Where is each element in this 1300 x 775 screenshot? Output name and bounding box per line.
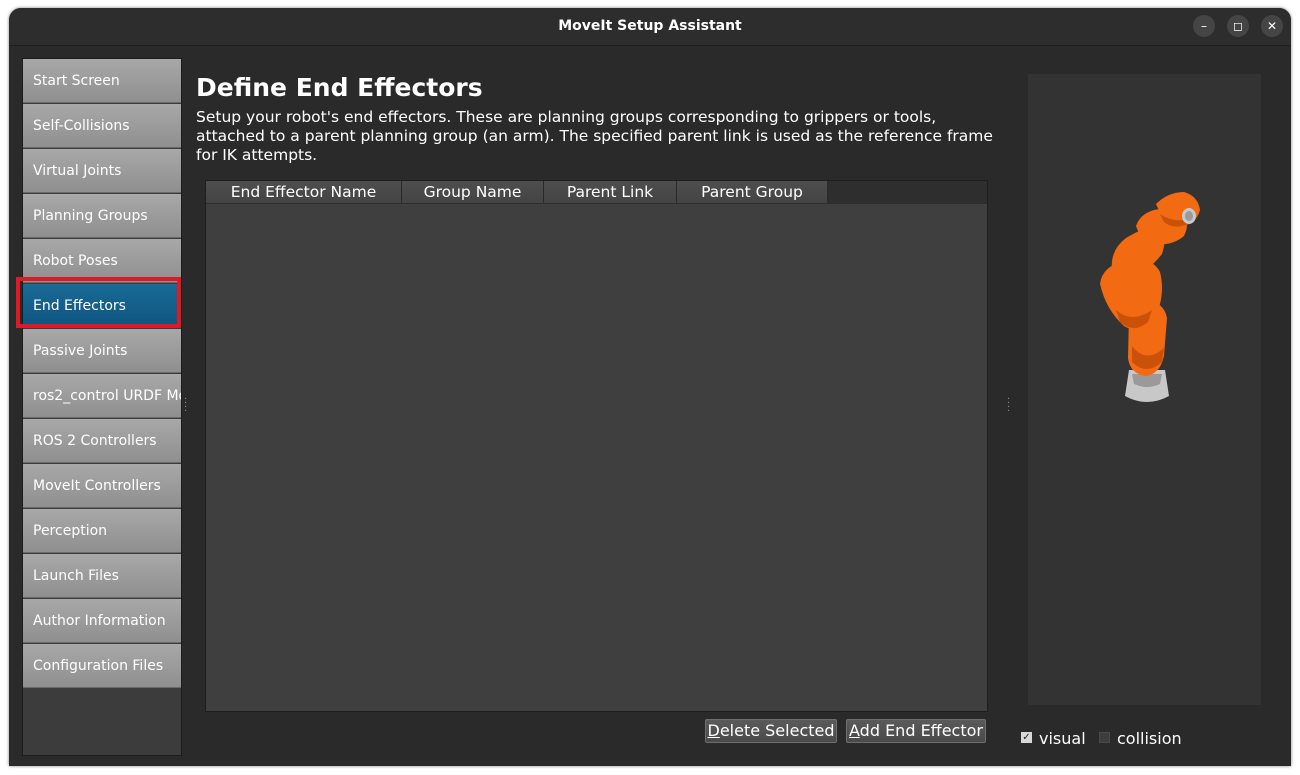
page-title: Define End Effectors <box>196 73 483 102</box>
add-end-effector-button[interactable]: Add End Effector <box>846 719 986 743</box>
visual-checkbox[interactable]: ✓ <box>1021 732 1032 743</box>
visual-checkbox-row[interactable]: ✓ visual <box>1021 730 1086 748</box>
robot-arm-model <box>1100 192 1200 402</box>
navigation-sidebar: Start Screen Self-Collisions Virtual Joi… <box>22 58 182 756</box>
collision-checkbox-row[interactable]: collision <box>1099 730 1182 748</box>
maximize-button[interactable]: ◻ <box>1227 15 1249 37</box>
close-button[interactable]: ✕ <box>1261 15 1283 37</box>
table-header: End Effector Name Group Name Parent Link… <box>206 181 987 204</box>
left-splitter-handle[interactable]: · · · · <box>184 395 188 417</box>
sidebar-item-moveit-controllers[interactable]: MoveIt Controllers <box>23 464 181 508</box>
sidebar-item-planning-groups[interactable]: Planning Groups <box>23 194 181 238</box>
sidebar-item-configuration-files[interactable]: Configuration Files <box>23 644 181 688</box>
sidebar-item-self-collisions[interactable]: Self-Collisions <box>23 104 181 148</box>
title-bar[interactable]: MoveIt Setup Assistant – ◻ ✕ <box>9 8 1291 46</box>
sidebar-item-ros2-controllers[interactable]: ROS 2 Controllers <box>23 419 181 463</box>
sidebar-item-launch-files[interactable]: Launch Files <box>23 554 181 598</box>
sidebar-item-author-information[interactable]: Author Information <box>23 599 181 643</box>
column-header-end-effector-name[interactable]: End Effector Name <box>206 181 402 203</box>
delete-label-rest: elete Selected <box>719 721 835 740</box>
add-label-rest: dd End Effector <box>859 721 983 740</box>
minimize-button[interactable]: – <box>1193 15 1215 37</box>
add-mnemonic: A <box>849 721 860 740</box>
column-header-group-name[interactable]: Group Name <box>402 181 544 203</box>
collision-label: collision <box>1117 729 1182 748</box>
end-effectors-table[interactable]: End Effector Name Group Name Parent Link… <box>205 180 988 712</box>
sidebar-item-robot-poses[interactable]: Robot Poses <box>23 239 181 283</box>
visual-label: visual <box>1039 729 1086 748</box>
robot-flange-center <box>1185 211 1193 221</box>
delete-selected-button[interactable]: Delete Selected <box>705 719 837 743</box>
column-header-parent-link[interactable]: Parent Link <box>544 181 677 203</box>
sidebar-item-start-screen[interactable]: Start Screen <box>23 59 181 103</box>
sidebar-item-ros2-control-urdf[interactable]: ros2_control URDF Mo <box>23 374 181 418</box>
app-window: MoveIt Setup Assistant – ◻ ✕ Start Scree… <box>9 8 1291 766</box>
robot-3d-viewer[interactable] <box>1028 74 1261 705</box>
column-header-parent-group[interactable]: Parent Group <box>677 181 828 203</box>
sidebar-item-passive-joints[interactable]: Passive Joints <box>23 329 181 373</box>
page-description: Setup your robot's end effectors. These … <box>196 108 993 164</box>
sidebar-item-end-effectors[interactable]: End Effectors <box>23 284 181 328</box>
right-splitter-handle[interactable]: · · · · <box>1007 395 1011 417</box>
sidebar-item-perception[interactable]: Perception <box>23 509 181 553</box>
delete-mnemonic: D <box>707 721 720 740</box>
window-title: MoveIt Setup Assistant <box>558 18 742 34</box>
sidebar-item-virtual-joints[interactable]: Virtual Joints <box>23 149 181 193</box>
main-content: Start Screen Self-Collisions Virtual Joi… <box>9 46 1291 766</box>
collision-checkbox[interactable] <box>1099 732 1110 743</box>
